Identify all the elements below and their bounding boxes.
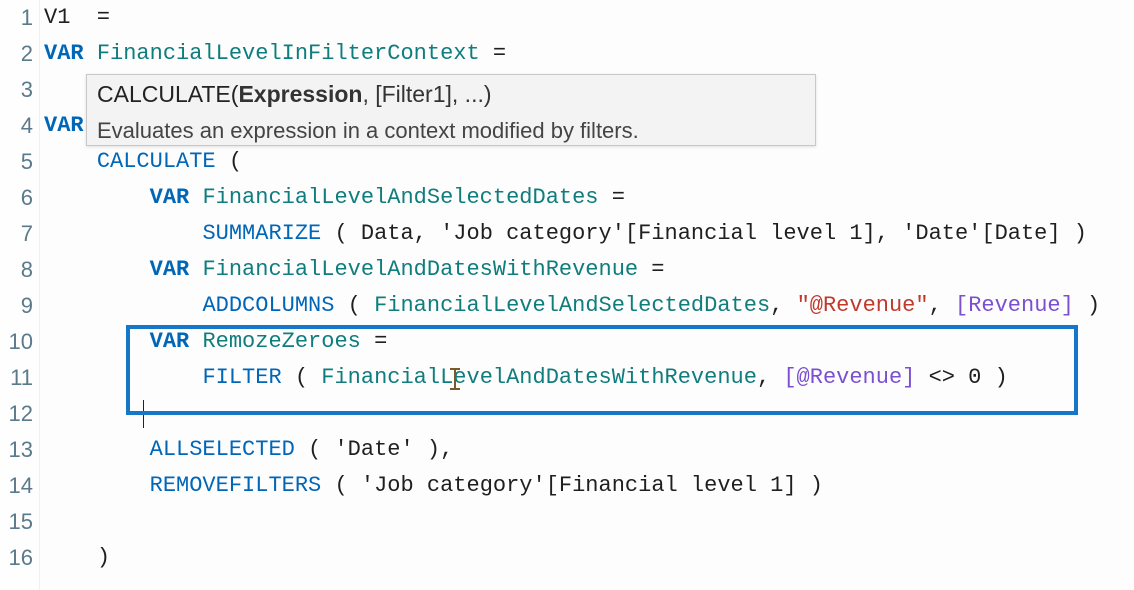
intellisense-tooltip: CALCULATE(Expression, [Filter1], ...) Ev…: [86, 74, 816, 146]
function-filter: FILTER: [202, 365, 281, 390]
line-number: 14: [0, 468, 33, 504]
code-line-12: [44, 396, 1134, 432]
variable-name: FinancialLevelAndDatesWithRevenue: [202, 257, 638, 282]
line-number: 12: [0, 396, 33, 432]
keyword-var: VAR: [150, 257, 203, 282]
code-line-1: V1 =: [44, 0, 1134, 36]
code-line-7: SUMMARIZE ( Data, 'Job category'[Financi…: [44, 216, 1134, 252]
line-number-gutter: 1 2 3 4 5 6 7 8 9 10 11 12 13 14 15 16: [0, 0, 40, 590]
code-line-16: ): [44, 540, 1134, 576]
function-calculate: CALCULATE: [97, 149, 216, 174]
variable-name: FinancialLevelInFilterContext: [97, 41, 480, 66]
tooltip-description: Evaluates an expression in a context mod…: [97, 114, 805, 147]
keyword-var: VAR: [150, 185, 203, 210]
tooltip-signature: CALCULATE(Expression, [Filter1], ...): [97, 77, 805, 112]
code-line-11: FILTER ( FinancialLevelAndDatesWithReven…: [44, 360, 1134, 396]
line-number: 4: [0, 108, 33, 144]
code-line-6: VAR FinancialLevelAndSelectedDates =: [44, 180, 1134, 216]
measure-name: V1: [44, 5, 70, 30]
dax-editor[interactable]: 1 2 3 4 5 6 7 8 9 10 11 12 13 14 15 16 V…: [0, 0, 1134, 590]
line-number: 11: [0, 360, 33, 396]
line-number: 15: [0, 504, 33, 540]
code-line-15: [44, 504, 1134, 540]
line-number: 9: [0, 288, 33, 324]
string-literal: "@Revenue": [797, 293, 929, 318]
line-number: 7: [0, 216, 33, 252]
line-number: 1: [0, 0, 33, 36]
variable-name: FinancialLevelAndSelectedDates: [202, 185, 598, 210]
measure-reference: [Revenue]: [955, 293, 1074, 318]
line-number: 2: [0, 36, 33, 72]
line-number: 6: [0, 180, 33, 216]
code-line-9: ADDCOLUMNS ( FinancialLevelAndSelectedDa…: [44, 288, 1134, 324]
editor-caret: [143, 400, 144, 428]
code-line-5: CALCULATE (: [44, 144, 1134, 180]
function-addcolumns: ADDCOLUMNS: [202, 293, 334, 318]
function-summarize: SUMMARIZE: [202, 221, 321, 246]
line-number: 13: [0, 432, 33, 468]
line-number: 16: [0, 540, 33, 576]
function-allselected: ALLSELECTED: [150, 437, 295, 462]
variable-name: RemozeZeroes: [202, 329, 360, 354]
code-line-10: VAR RemozeZeroes =: [44, 324, 1134, 360]
line-number: 10: [0, 324, 33, 360]
line-number: 5: [0, 144, 33, 180]
measure-reference: [@Revenue]: [783, 365, 915, 390]
code-area[interactable]: V1 = VAR FinancialLevelInFilterContext =…: [40, 0, 1134, 590]
code-line-2: VAR FinancialLevelInFilterContext =: [44, 36, 1134, 72]
line-number: 8: [0, 252, 33, 288]
line-number: 3: [0, 72, 33, 108]
keyword-var: VAR: [44, 41, 97, 66]
function-removefilters: REMOVEFILTERS: [150, 473, 322, 498]
code-line-13: ALLSELECTED ( 'Date' ),: [44, 432, 1134, 468]
code-line-14: REMOVEFILTERS ( 'Job category'[Financial…: [44, 468, 1134, 504]
code-line-8: VAR FinancialLevelAndDatesWithRevenue =: [44, 252, 1134, 288]
keyword-var: VAR: [150, 329, 203, 354]
